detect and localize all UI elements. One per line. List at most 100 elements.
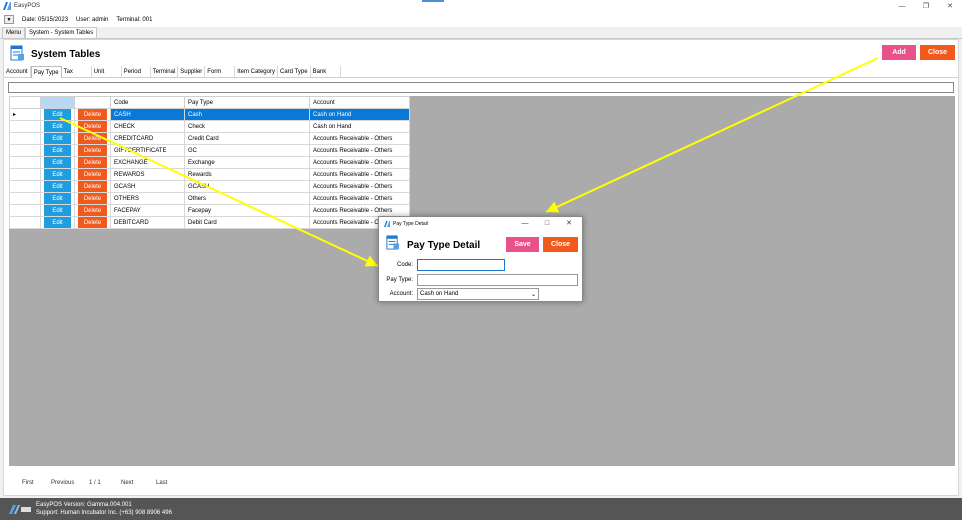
code-input[interactable] [417,259,505,271]
cell-code[interactable]: EXCHANGE [110,156,185,169]
tab-card-type[interactable]: Card Type [278,66,311,78]
delete-button[interactable]: Delete [78,157,107,168]
cell-code[interactable]: GCASH [110,180,185,193]
menu-dropdown-button[interactable]: ▼ [4,15,14,24]
cell-pay-type[interactable]: GCASH [184,180,310,193]
save-button[interactable]: Save [506,237,539,252]
table-row[interactable]: Edit Delete CREDITCARD Credit Card Accounts … [9,132,410,145]
pager-first-button[interactable]: First [22,480,34,486]
dialog-close-button[interactable]: Close [543,237,578,252]
column-header-account[interactable]: Account [309,96,410,109]
close-button[interactable]: Close [920,45,955,60]
edit-button[interactable]: Edit [44,109,71,120]
pager-next-button[interactable]: Next [121,480,133,486]
tab-terminal[interactable]: Terminal [151,66,179,78]
row-header[interactable] [9,168,41,181]
pay-type-input[interactable] [417,274,578,286]
cell-code[interactable]: DEBITCARD [110,216,185,229]
row-header[interactable] [9,144,41,157]
cell-account[interactable]: Cash on Hand [309,108,410,121]
tab-item-category[interactable]: Item Category [235,66,278,78]
edit-button[interactable]: Edit [44,205,71,216]
delete-button[interactable]: Delete [78,121,107,132]
cell-pay-type[interactable]: Cash [184,108,310,121]
cell-account[interactable]: Accounts Receivable - Others [309,192,410,205]
table-row[interactable]: Edit Delete FACEPAY Facepay Accounts Receiva… [9,204,410,217]
column-header-pay-type[interactable]: Pay Type [184,96,310,109]
cell-account[interactable]: Accounts Receivable - Others [309,132,410,145]
tab-system-tables[interactable]: System - System Tables [25,27,98,38]
edit-button[interactable]: Edit [44,157,71,168]
delete-button[interactable]: Delete [78,169,107,180]
tab-pay-type[interactable]: Pay Type [30,66,62,78]
tab-bank[interactable]: Bank [311,66,341,78]
cell-account[interactable]: Accounts Receivable - Others [309,180,410,193]
add-button[interactable]: Add [882,45,916,60]
cell-pay-type[interactable]: Credit Card [184,132,310,145]
delete-button[interactable]: Delete [78,205,107,216]
cell-code[interactable]: CHECK [110,120,185,133]
maximize-icon[interactable]: □ [536,217,558,230]
cell-code[interactable]: FACEPAY [110,204,185,217]
row-header[interactable] [9,192,41,205]
delete-button[interactable]: Delete [78,133,107,144]
pager-last-button[interactable]: Last [156,480,167,486]
row-header[interactable] [9,156,41,169]
pager-previous-button[interactable]: Previous [51,480,74,486]
row-header[interactable] [9,120,41,133]
cell-pay-type[interactable]: Rewards [184,168,310,181]
cell-account[interactable]: Accounts Receivable - Others [309,144,410,157]
filter-input[interactable] [8,82,954,93]
delete-button[interactable]: Delete [78,181,107,192]
cell-pay-type[interactable]: Debit Card [184,216,310,229]
row-header[interactable]: ▸ [9,108,41,121]
cell-pay-type[interactable]: GC [184,144,310,157]
row-header[interactable] [9,132,41,145]
tab-supplier[interactable]: Supplier [178,66,206,78]
cell-account[interactable]: Accounts Receivable - Others [309,204,410,217]
delete-button[interactable]: Delete [78,109,107,120]
row-header[interactable] [9,180,41,193]
row-header[interactable] [9,216,41,229]
row-header[interactable] [9,204,41,217]
cell-pay-type[interactable]: Exchange [184,156,310,169]
cell-code[interactable]: OTHERS [110,192,185,205]
cell-account[interactable]: Accounts Receivable - Others [309,168,410,181]
table-row[interactable]: Edit Delete REWARDS Rewards Accounts Receiva… [9,168,410,181]
tab-account[interactable]: Account [4,66,31,78]
delete-button[interactable]: Delete [78,217,107,228]
column-header-code[interactable]: Code [110,96,185,109]
cell-account[interactable]: Accounts Receivable - Others [309,156,410,169]
table-row[interactable]: Edit Delete DEBITCARD Debit Card Accounts Re… [9,216,410,229]
delete-button[interactable]: Delete [78,193,107,204]
account-select[interactable]: Cash on Hand ⌄ [417,288,539,300]
edit-button[interactable]: Edit [44,181,71,192]
close-dialog-icon[interactable]: ✕ [558,217,580,230]
restore-icon[interactable]: ❐ [914,0,938,12]
table-row[interactable]: Edit Delete CHECK Check Cash on Hand [9,120,410,133]
cell-code[interactable]: CREDITCARD [110,132,185,145]
edit-button[interactable]: Edit [44,133,71,144]
edit-button[interactable]: Edit [44,169,71,180]
cell-code[interactable]: REWARDS [110,168,185,181]
close-window-icon[interactable]: ✕ [938,0,962,12]
minimize-icon[interactable]: — [514,217,536,230]
tab-menu[interactable]: Menu [2,27,26,38]
delete-button[interactable]: Delete [78,145,107,156]
table-row[interactable]: Edit Delete GIFTCERTIFICATE GC Accounts Rece… [9,144,410,157]
cell-pay-type[interactable]: Facepay [184,204,310,217]
table-row[interactable]: Edit Delete OTHERS Others Accounts Receivabl… [9,192,410,205]
tab-form[interactable]: Form [205,66,236,78]
minimize-icon[interactable]: — [890,0,914,12]
edit-button[interactable]: Edit [44,121,71,132]
cell-pay-type[interactable]: Others [184,192,310,205]
table-row[interactable]: Edit Delete GCASH GCASH Accounts Receivable … [9,180,410,193]
edit-button[interactable]: Edit [44,217,71,228]
cell-pay-type[interactable]: Check [184,120,310,133]
tab-period[interactable]: Period [122,66,151,78]
cell-code[interactable]: CASH [110,108,185,121]
cell-account[interactable]: Cash on Hand [309,120,410,133]
cell-code[interactable]: GIFTCERTIFICATE [110,144,185,157]
table-row[interactable]: ▸ Edit Delete CASH Cash Cash on Hand [9,108,410,121]
edit-button[interactable]: Edit [44,145,71,156]
